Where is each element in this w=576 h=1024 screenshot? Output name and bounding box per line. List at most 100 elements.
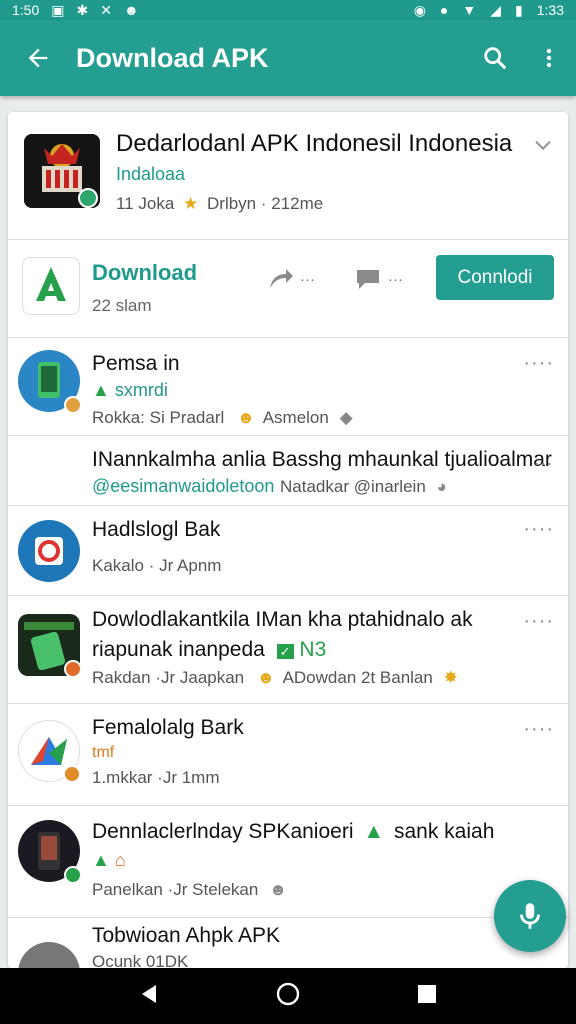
item-meta-a: Rakdan ·Jr Jaapkan <box>92 668 245 687</box>
download-size: 22 slam <box>92 296 152 315</box>
expand-button[interactable] <box>532 134 554 161</box>
item-title-text: Dennlaclerlnday SPKanioeri <box>92 820 354 843</box>
up-arrow-icon: ▲ <box>92 850 110 870</box>
item-meta-a: Panelkan ·Jr Stelekan <box>92 880 259 899</box>
item-subtitle: riapunak inanpeda ✓ N3 <box>92 638 326 662</box>
list-item[interactable]: Tobwioan Ahpk APK Ocunk 01DK <box>8 918 568 968</box>
tag-icon: ◆ <box>339 408 353 427</box>
status-clock: 1:33 <box>536 2 564 18</box>
bluetooth-icon: ✱ <box>76 2 89 18</box>
item-meta: 1.mkkar ·Jr 1mm <box>92 768 220 787</box>
app-bar: Download APK <box>0 20 576 96</box>
item-avatar <box>18 942 80 968</box>
chevron-down-icon <box>535 141 551 151</box>
item-meta: Natadkar @inarlein ◕ <box>280 477 447 497</box>
square-recents-icon <box>418 984 437 1003</box>
item-title: Dennlaclerlnday SPKanioeri ▲ sank kaiah <box>92 820 494 844</box>
app-meta-right: Drlbyn · 212me <box>207 194 324 213</box>
item-avatar <box>18 520 80 582</box>
item-meta: Ocunk 01DK <box>92 952 189 968</box>
item-tags: ▲ ⌂ <box>92 850 126 871</box>
app-developer[interactable]: Indaloaa <box>116 164 185 185</box>
location-icon: ● <box>439 2 449 18</box>
item-more-button[interactable]: ···· <box>523 718 554 741</box>
emoji-icon: ☻ <box>237 408 255 427</box>
list-item[interactable]: Dowlodlakantkila IMan kha ptahidnalo ak … <box>8 596 568 704</box>
status-time: 1:50 <box>12 2 40 18</box>
item-meta-b: Natadkar @inarlein <box>280 477 426 496</box>
item-avatar <box>18 350 82 414</box>
item-title: Dowlodlakantkila IMan kha ptahidnalo ak <box>92 608 473 631</box>
overflow-menu-button[interactable] <box>522 44 576 72</box>
back-button[interactable] <box>0 44 76 72</box>
wifi-icon: ▼ <box>462 2 477 18</box>
status-bar: 1:50 ▣ ✱ ✕ ☻ ◉ ● ▼ ◢ ▮ 1:33 <box>0 0 576 20</box>
item-meta-a: Rokka: Si Pradarl <box>92 408 225 427</box>
item-meta-b: ADowdan 2t Banlan <box>282 668 433 687</box>
star-icon: ★ <box>183 194 199 213</box>
app-icon <box>24 134 100 208</box>
system-nav-bar <box>0 968 576 1024</box>
item-title: Femalolalg Bark <box>92 716 244 739</box>
circle-home-icon <box>276 982 300 1005</box>
app-meta-left: 11 Joka <box>116 194 175 213</box>
globe-icon: ◕ <box>436 477 447 496</box>
home-icon: ⌂ <box>114 850 126 870</box>
download-label: Download <box>92 260 198 285</box>
page-title: Download APK <box>76 42 269 73</box>
item-avatar <box>18 720 81 783</box>
emoji-icon: ☻ <box>256 668 275 687</box>
item-avatar <box>18 614 82 678</box>
arrow-left-icon <box>28 48 48 68</box>
more-vertical-icon <box>546 48 552 68</box>
item-tag[interactable]: @eesimanwaidoletoon <box>92 476 274 497</box>
item-tag: ▲ sxmrdi <box>92 380 168 401</box>
content-card: Dedarlodanl APK Indonesil Indonesia Inda… <box>8 112 568 968</box>
nav-recents-button[interactable] <box>416 983 438 1010</box>
share-icon <box>270 269 293 288</box>
item-more-button[interactable]: ···· <box>523 610 554 633</box>
list-item[interactable]: Dennlaclerlnday SPKanioeri ▲ sank kaiah … <box>8 806 568 918</box>
comment-icon <box>357 270 379 289</box>
item-tag-text: sxmrdi <box>114 380 168 400</box>
app-title: Dedarlodanl APK Indonesil Indonesia <box>116 130 513 157</box>
app-meta: 11 Joka ★ Drlbyn · 212me <box>116 194 323 214</box>
battery-icon: ▮ <box>515 2 523 18</box>
download-button[interactable]: Connlodi <box>436 255 554 300</box>
item-meta: Rakdan ·Jr Jaapkan ☻ ADowdan 2t Banlan ✸ <box>92 668 458 688</box>
star-burst-icon: ✸ <box>443 668 458 687</box>
list-item[interactable]: Hadlslogl Bak Kakalo · Jr Apnm ···· <box>8 506 568 596</box>
item-more-button[interactable]: ···· <box>523 352 554 375</box>
share-button[interactable]: ··· <box>266 266 315 292</box>
item-badge-icon <box>64 396 82 414</box>
search-button[interactable] <box>468 44 522 72</box>
signal-icon: ◢ <box>490 2 502 18</box>
list-item[interactable]: Pemsa in ▲ sxmrdi Rokka: Si Pradarl ☻ As… <box>8 338 568 436</box>
item-more-button[interactable]: … <box>533 448 554 471</box>
item-more-button[interactable]: ···· <box>523 518 554 541</box>
item-title: INannkalmha anlia Basshg mhaunkal tjuali… <box>92 448 552 471</box>
item-meta: Kakalo · Jr Apnm <box>92 556 222 575</box>
item-tag-inline: sank kaiah <box>393 820 495 843</box>
list-item[interactable]: Femalolalg Bark tmf 1.mkkar ·Jr 1mm ···· <box>8 704 568 806</box>
item-meta-b: Asmelon <box>262 408 329 427</box>
nav-back-button[interactable] <box>138 982 160 1011</box>
share-count: ··· <box>300 270 315 288</box>
search-icon <box>484 47 506 69</box>
list-item[interactable]: INannkalmha anlia Basshg mhaunkal tjuali… <box>8 436 568 506</box>
item-badge-icon <box>63 765 81 783</box>
item-meta: Panelkan ·Jr Stelekan ☻ <box>92 880 287 900</box>
item-avatar <box>18 820 82 884</box>
vibrate-icon: ✕ <box>100 2 112 18</box>
item-tag-text: N3 <box>299 638 327 661</box>
comment-button[interactable]: ··· <box>354 266 403 292</box>
voice-search-fab[interactable] <box>494 880 566 952</box>
item-title: Tobwioan Ahpk APK <box>92 924 280 947</box>
nav-home-button[interactable] <box>275 981 301 1012</box>
up-arrow-icon: ▲ <box>363 820 385 843</box>
app-header[interactable]: Dedarlodanl APK Indonesil Indonesia Inda… <box>8 112 568 240</box>
emoji-icon: ☻ <box>269 880 287 899</box>
item-subtitle-text: riapunak inanpeda <box>92 638 265 661</box>
triangle-back-icon <box>141 984 156 1003</box>
item-tag: tmf <box>92 744 115 761</box>
